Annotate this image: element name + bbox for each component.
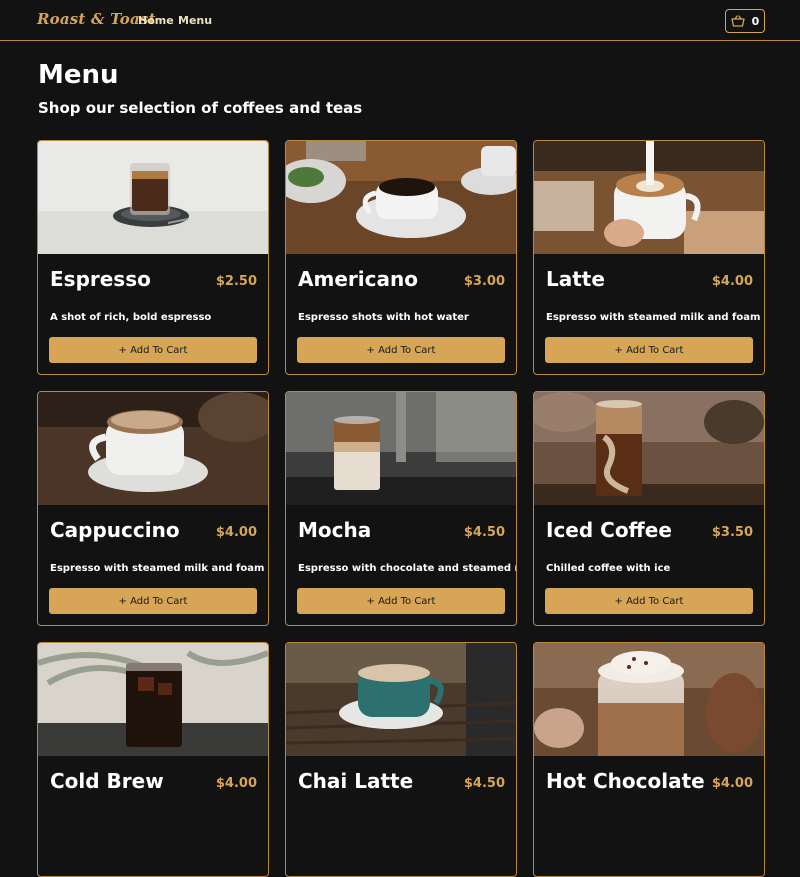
add-to-cart-button[interactable]: + Add To Cart [49, 337, 257, 363]
product-name: Cappuccino [50, 518, 180, 542]
product-description: Chilled coffee with ice [546, 563, 671, 574]
product-image-hot-chocolate [534, 643, 764, 756]
product-price: $4.00 [215, 525, 257, 540]
product-description: Espresso with steamed milk and foam [546, 312, 761, 323]
product-card-americano: Americano $3.00 Espresso shots with hot … [285, 140, 517, 375]
product-name: Cold Brew [50, 769, 164, 793]
add-to-cart-button[interactable]: + Add To Cart [297, 337, 505, 363]
product-card-espresso: Espresso $2.50 A shot of rich, bold espr… [37, 140, 269, 375]
product-image-latte [534, 141, 764, 254]
product-card-cappuccino: Cappuccino $4.00 Espresso with steamed m… [37, 391, 269, 626]
page-subtitle: Shop our selection of coffees and teas [38, 99, 363, 117]
product-price: $4.00 [711, 776, 753, 791]
product-description: A shot of rich, bold espresso [50, 312, 212, 323]
product-image-espresso [38, 141, 268, 254]
nav-link-menu[interactable]: Menu [178, 14, 212, 27]
product-name: Iced Coffee [546, 518, 672, 542]
product-card-chai-latte: Chai Latte $4.50 [285, 642, 517, 877]
product-price: $3.50 [711, 525, 753, 540]
add-to-cart-button[interactable]: + Add To Cart [297, 588, 505, 614]
top-navbar: Roast & Toast Home Menu 0 [0, 0, 800, 41]
product-image-cold-brew [38, 643, 268, 756]
product-name: Hot Chocolate [546, 769, 705, 793]
cart-button[interactable]: 0 [725, 9, 765, 33]
add-to-cart-button[interactable]: + Add To Cart [545, 588, 753, 614]
add-to-cart-button[interactable]: + Add To Cart [545, 337, 753, 363]
product-card-latte: Latte $4.00 Espresso with steamed milk a… [533, 140, 765, 375]
product-price: $2.50 [215, 274, 257, 289]
product-price: $3.00 [463, 274, 505, 289]
product-card-iced-coffee: Iced Coffee $3.50 Chilled coffee with ic… [533, 391, 765, 626]
shopping-basket-icon [731, 15, 745, 27]
product-name: Americano [298, 267, 418, 291]
product-card-cold-brew: Cold Brew $4.00 [37, 642, 269, 877]
product-name: Chai Latte [298, 769, 414, 793]
product-grid: Espresso $2.50 A shot of rich, bold espr… [37, 140, 765, 877]
product-price: $4.00 [215, 776, 257, 791]
product-image-chai-latte [286, 643, 516, 756]
product-card-hot-chocolate: Hot Chocolate $4.00 [533, 642, 765, 877]
product-image-mocha [286, 392, 516, 505]
product-name: Latte [546, 267, 605, 291]
product-image-cappuccino [38, 392, 268, 505]
cart-count: 0 [751, 14, 760, 28]
product-description: Espresso with chocolate and steamed milk [298, 563, 517, 574]
product-description: Espresso with steamed milk and foam [50, 563, 265, 574]
product-description: Espresso shots with hot water [298, 312, 469, 323]
product-name: Mocha [298, 518, 372, 542]
product-price: $4.50 [463, 525, 505, 540]
add-to-cart-button[interactable]: + Add To Cart [49, 588, 257, 614]
product-card-mocha: Mocha $4.50 Espresso with chocolate and … [285, 391, 517, 626]
product-price: $4.00 [711, 274, 753, 289]
product-image-iced-coffee [534, 392, 764, 505]
page-title: Menu [38, 60, 119, 90]
product-name: Espresso [50, 267, 151, 291]
product-price: $4.50 [463, 776, 505, 791]
nav-link-home[interactable]: Home [138, 14, 174, 27]
product-image-americano [286, 141, 516, 254]
